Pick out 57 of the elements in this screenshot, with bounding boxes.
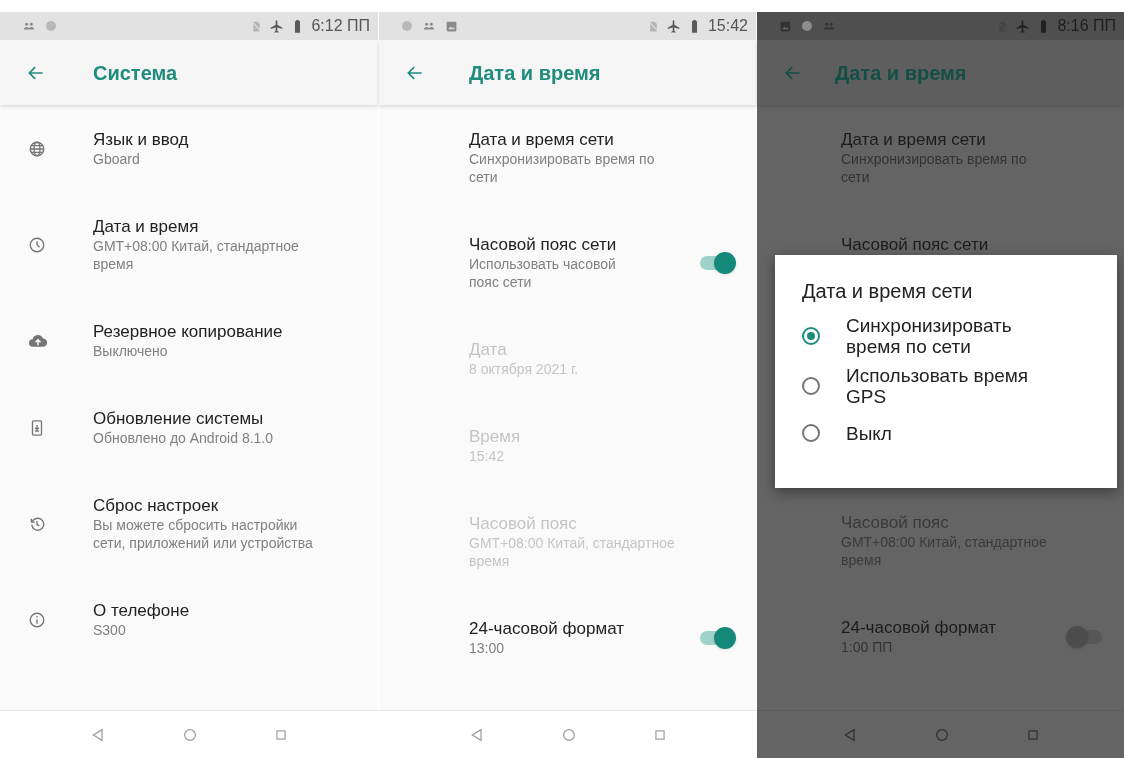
back-triangle-icon [90,726,106,743]
image-icon [779,19,792,33]
setting-subtitle: Использовать часовой пояс сети [469,255,617,291]
recents-square-icon [274,727,288,742]
screen-title: Система [93,60,178,86]
setting-title: Язык и ввод [93,129,190,150]
airplane-icon [1015,18,1031,34]
home-circle-icon [560,726,577,743]
dot-icon [801,20,813,32]
setting-subtitle: S300 [93,621,127,639]
setting-title: 24-часовой формат [841,617,997,638]
radio-option[interactable]: Синхронизировать время по сети [802,311,1117,361]
setting-title: Часовой пояс сети [469,234,618,255]
dot-icon [401,20,413,32]
setting-subtitle: Обновлено до Android 8.1.0 [93,429,275,447]
screen-title: Дата и время [835,60,967,86]
radio-option[interactable]: Использовать время GPS [802,361,1117,411]
setting-title: Дата и время сети [841,129,987,150]
setting-title: О телефоне [93,600,191,621]
toggle-switch[interactable] [698,251,736,274]
radio-button[interactable] [802,377,820,395]
setting-subtitle: GMT+08:00 Китай, стандартное время [93,237,300,273]
setting-title: Часовой пояс сети [841,234,990,255]
radio-label: Синхронизировать время по сети [846,315,1013,357]
radio-label: Использовать время GPS [846,365,1030,407]
setting-title: 24-часовой формат [469,618,625,639]
setting-subtitle: Вы можете сбросить настройки сети, приложений или устройства [93,516,314,552]
globe-icon [28,139,46,158]
setting-title: Дата и время [93,216,200,237]
setting-title: Сброс настроек [93,495,220,516]
status-time: 6:12 ПП [311,16,370,36]
setting-subtitle: Синхронизировать время по сети [469,150,656,186]
radio-button[interactable] [802,424,820,442]
setting-title: Дата и время сети [469,129,615,150]
info-icon [28,610,46,629]
status-time: 15:42 [707,16,748,36]
clock-icon [28,235,46,254]
airplane-icon [269,18,285,34]
setting-subtitle: 13:00 [469,639,506,657]
recents-square-icon [652,727,667,742]
dialog-title: Дата и время сети [802,279,974,303]
dot-icon [45,20,57,32]
setting-subtitle: Выключено [93,342,169,360]
radio-label: Выкл [846,422,893,444]
home-circle-icon [933,726,950,743]
radio-button[interactable] [802,327,820,345]
screen-title: Дата и время [469,60,601,86]
home-circle-icon [182,726,198,743]
setting-title: Резервное копирование [93,321,284,342]
radio-option[interactable]: Выкл [802,411,1117,455]
airplane-icon [665,18,681,34]
image-icon [445,19,458,33]
toggle-switch[interactable] [1066,625,1104,648]
setting-title: Обновление системы [93,408,265,429]
recents-square-icon [1025,727,1040,742]
toggle-switch[interactable] [698,626,736,649]
setting-subtitle: Gboard [93,150,141,168]
